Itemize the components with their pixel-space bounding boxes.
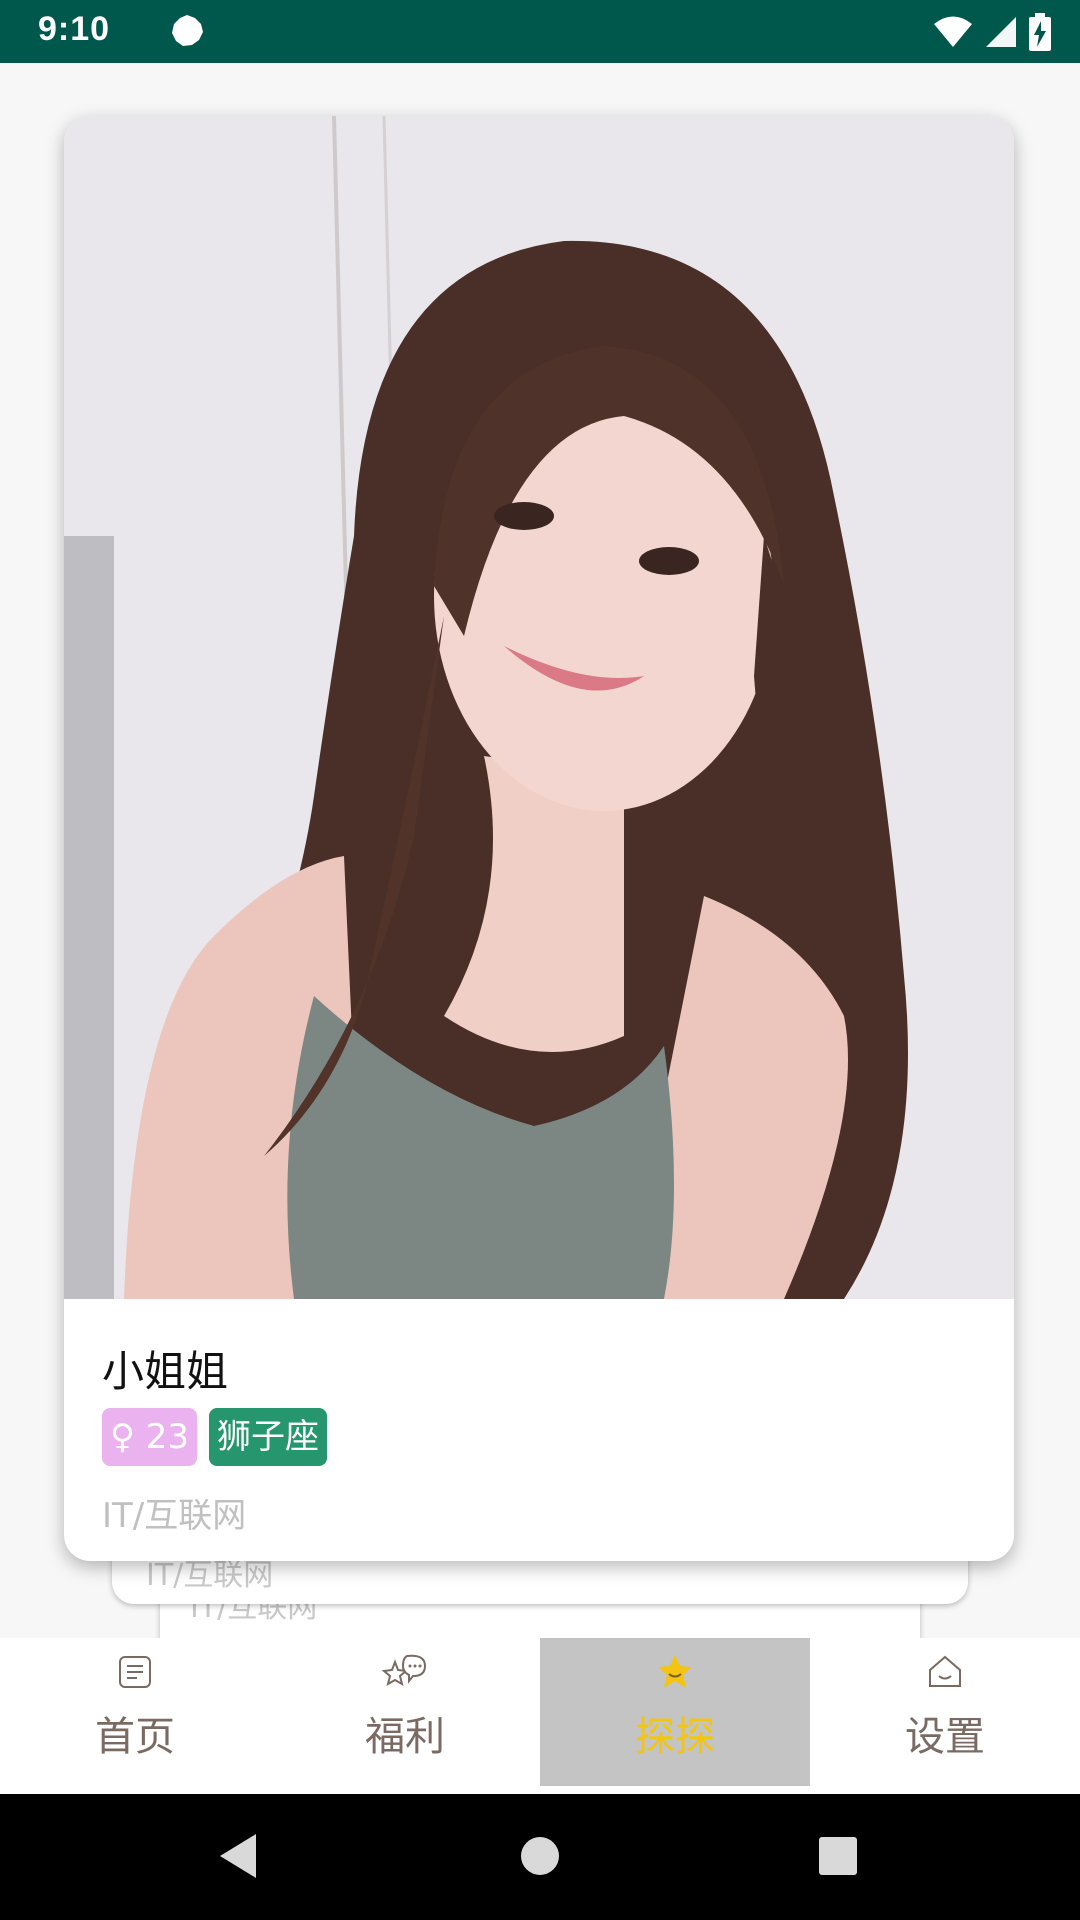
nav-item-tantan[interactable]: 探探 — [540, 1638, 810, 1786]
status-bar: 9:10 — [0, 0, 1080, 63]
status-time: 9:10 — [38, 10, 111, 48]
star-icon — [658, 1655, 692, 1688]
profile-name: 小姐姐 — [102, 1347, 229, 1396]
android-settings-icon — [172, 15, 203, 46]
zodiac-tag: 狮子座 — [208, 1408, 327, 1466]
nav-label: 探探 — [635, 1714, 715, 1760]
profile-photo — [64, 116, 1014, 1299]
nav-item-welfare[interactable]: 福利 — [270, 1638, 540, 1786]
nav-label: 设置 — [905, 1714, 985, 1760]
nav-label: 福利 — [365, 1714, 445, 1760]
chat-star-icon — [381, 1654, 427, 1687]
nav-item-settings[interactable]: 设置 — [810, 1638, 1080, 1786]
system-nav-bar — [0, 1794, 1080, 1920]
home-circle-icon[interactable] — [518, 1832, 562, 1880]
wifi-icon — [934, 16, 972, 47]
profile-tags: ♀ 23 狮子座 — [102, 1408, 327, 1466]
nav-item-home[interactable]: 首页 — [0, 1638, 270, 1786]
recents-square-icon[interactable] — [816, 1832, 860, 1880]
profile-job: IT/互联网 — [102, 1496, 247, 1536]
profile-card[interactable]: 小姐姐 ♀ 23 狮子座 IT/互联网 — [64, 116, 1014, 1561]
battery-charging-icon — [1029, 13, 1051, 51]
nav-label: 首页 — [95, 1714, 175, 1760]
home-smile-icon — [929, 1655, 961, 1687]
bottom-nav: 首页 福利 探探 设置 — [0, 1638, 1080, 1794]
back-triangle-icon[interactable] — [216, 1832, 260, 1880]
list-icon — [119, 1656, 151, 1688]
age-tag: ♀ 23 — [102, 1408, 197, 1466]
signal-icon — [986, 17, 1016, 47]
